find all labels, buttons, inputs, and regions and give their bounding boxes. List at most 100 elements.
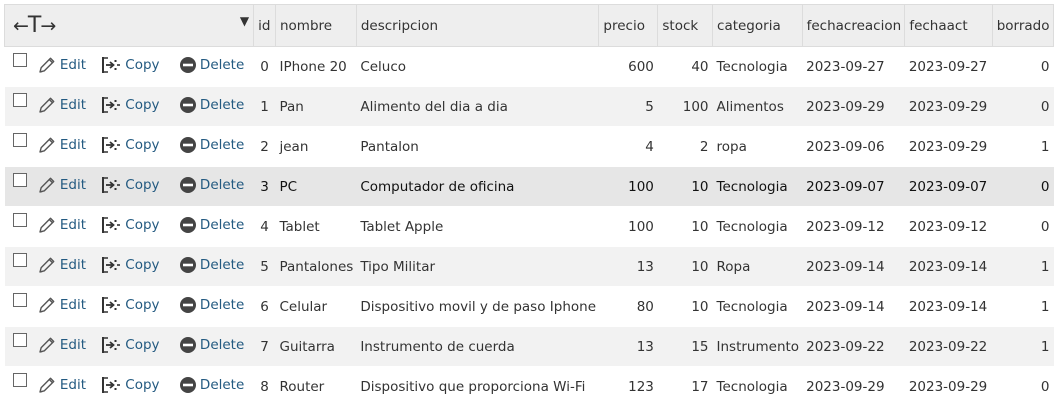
cell-categoria[interactable]: ropa bbox=[712, 126, 803, 167]
cell-fechaact[interactable]: 2023-09-22 bbox=[904, 326, 993, 367]
cell-fechacreacion[interactable]: 2023-09-29 bbox=[802, 366, 905, 407]
cell-precio[interactable]: 100 bbox=[598, 166, 658, 207]
table-row[interactable]: Edit Copy Delete 8 Router Dispositivo que pro… bbox=[4, 366, 1054, 407]
cell-id[interactable]: 7 bbox=[253, 326, 276, 367]
cell-descripcion[interactable]: Computador de oficina bbox=[356, 166, 599, 207]
cell-borrado[interactable]: 0 bbox=[992, 46, 1054, 87]
delete-button[interactable]: Delete bbox=[179, 376, 244, 394]
copy-button[interactable]: Copy bbox=[100, 375, 160, 395]
edit-button[interactable]: Edit bbox=[37, 295, 86, 315]
delete-button[interactable]: Delete bbox=[179, 136, 244, 154]
cell-id[interactable]: 8 bbox=[253, 366, 276, 407]
edit-button[interactable]: Edit bbox=[37, 215, 86, 235]
cell-fechacreacion[interactable]: 2023-09-07 bbox=[802, 166, 905, 207]
row-checkbox[interactable] bbox=[12, 252, 27, 267]
cell-descripcion[interactable]: Celuco bbox=[356, 46, 599, 87]
cell-borrado[interactable]: 1 bbox=[992, 326, 1054, 367]
table-row[interactable]: Edit Copy Delete 6 Celular Dispositivo movil … bbox=[4, 286, 1054, 327]
cell-nombre[interactable]: PC bbox=[275, 166, 357, 207]
row-checkbox[interactable] bbox=[12, 172, 27, 187]
cell-fechaact[interactable]: 2023-09-27 bbox=[904, 46, 993, 87]
cell-stock[interactable]: 17 bbox=[657, 366, 713, 407]
table-row[interactable]: Edit Copy Delete 3 PC Computador de oficina 10… bbox=[4, 166, 1054, 207]
cell-categoria[interactable]: Tecnologia bbox=[712, 46, 803, 87]
cell-precio[interactable]: 123 bbox=[598, 366, 658, 407]
delete-button[interactable]: Delete bbox=[179, 256, 244, 274]
cell-borrado[interactable]: 0 bbox=[992, 86, 1054, 127]
delete-button[interactable]: Delete bbox=[179, 296, 244, 314]
row-checkbox[interactable] bbox=[12, 372, 27, 387]
cell-precio[interactable]: 100 bbox=[598, 206, 658, 247]
cell-categoria[interactable]: Tecnologia bbox=[712, 366, 803, 407]
cell-precio[interactable]: 80 bbox=[598, 286, 658, 327]
cell-fechacreacion[interactable]: 2023-09-29 bbox=[802, 86, 905, 127]
cell-fechaact[interactable]: 2023-09-29 bbox=[904, 126, 993, 167]
cell-descripcion[interactable]: Dispositivo movil y de paso Iphone bbox=[356, 286, 599, 327]
cell-fechacreacion[interactable]: 2023-09-27 bbox=[802, 46, 905, 87]
delete-button[interactable]: Delete bbox=[179, 56, 244, 74]
cell-precio[interactable]: 13 bbox=[598, 246, 658, 287]
cell-descripcion[interactable]: Tablet Apple bbox=[356, 206, 599, 247]
cell-nombre[interactable]: Pantalones bbox=[275, 246, 357, 287]
cell-borrado[interactable]: 1 bbox=[992, 126, 1054, 167]
delete-button[interactable]: Delete bbox=[179, 336, 244, 354]
row-checkbox[interactable] bbox=[12, 92, 27, 107]
cell-borrado[interactable]: 1 bbox=[992, 246, 1054, 287]
cell-id[interactable]: 5 bbox=[253, 246, 276, 287]
cell-nombre[interactable]: IPhone 20 bbox=[275, 46, 357, 87]
row-checkbox[interactable] bbox=[12, 212, 27, 227]
cell-precio[interactable]: 600 bbox=[598, 46, 658, 87]
copy-button[interactable]: Copy bbox=[100, 295, 160, 315]
cell-fechaact[interactable]: 2023-09-14 bbox=[904, 286, 993, 327]
column-resize-arrows[interactable]: ←T→ bbox=[13, 13, 56, 38]
cell-nombre[interactable]: Celular bbox=[275, 286, 357, 327]
cell-id[interactable]: 4 bbox=[253, 206, 276, 247]
cell-fechaact[interactable]: 2023-09-07 bbox=[904, 166, 993, 207]
cell-precio[interactable]: 5 bbox=[598, 86, 658, 127]
edit-button[interactable]: Edit bbox=[37, 55, 86, 75]
cell-fechaact[interactable]: 2023-09-12 bbox=[904, 206, 993, 247]
cell-stock[interactable]: 2 bbox=[657, 126, 713, 167]
row-checkbox[interactable] bbox=[12, 292, 27, 307]
column-header-stock[interactable]: stock bbox=[657, 4, 714, 47]
copy-button[interactable]: Copy bbox=[100, 135, 160, 155]
cell-fechacreacion[interactable]: 2023-09-06 bbox=[802, 126, 905, 167]
table-row[interactable]: Edit Copy Delete 7 Guitarra Instrumento de cu… bbox=[4, 326, 1054, 367]
cell-descripcion[interactable]: Pantalon bbox=[356, 126, 599, 167]
copy-button[interactable]: Copy bbox=[100, 95, 160, 115]
copy-button[interactable]: Copy bbox=[100, 215, 160, 235]
cell-precio[interactable]: 4 bbox=[598, 126, 658, 167]
edit-button[interactable]: Edit bbox=[37, 375, 86, 395]
cell-stock[interactable]: 40 bbox=[657, 46, 713, 87]
cell-stock[interactable]: 10 bbox=[657, 286, 713, 327]
cell-categoria[interactable]: Alimentos bbox=[712, 86, 803, 127]
cell-categoria[interactable]: Instrumento bbox=[712, 326, 803, 367]
cell-stock[interactable]: 10 bbox=[657, 246, 713, 287]
cell-nombre[interactable]: Pan bbox=[275, 86, 357, 127]
edit-button[interactable]: Edit bbox=[37, 255, 86, 275]
cell-stock[interactable]: 10 bbox=[657, 206, 713, 247]
cell-descripcion[interactable]: Alimento del dia a dia bbox=[356, 86, 599, 127]
row-checkbox[interactable] bbox=[12, 332, 27, 347]
column-header-descripcion[interactable]: descripcion bbox=[355, 4, 600, 47]
column-header-fechacreacion[interactable]: fechacreacion bbox=[801, 4, 906, 47]
copy-button[interactable]: Copy bbox=[100, 335, 160, 355]
edit-button[interactable]: Edit bbox=[37, 335, 86, 355]
cell-fechacreacion[interactable]: 2023-09-22 bbox=[802, 326, 905, 367]
cell-id[interactable]: 1 bbox=[253, 86, 276, 127]
sort-dropdown-icon[interactable]: ▼ bbox=[240, 14, 249, 28]
table-row[interactable]: Edit Copy Delete 1 Pan Alimento del dia a dia… bbox=[4, 86, 1054, 127]
cell-nombre[interactable]: Tablet bbox=[275, 206, 357, 247]
cell-fechaact[interactable]: 2023-09-14 bbox=[904, 246, 993, 287]
cell-categoria[interactable]: Tecnologia bbox=[712, 166, 803, 207]
cell-categoria[interactable]: Tecnologia bbox=[712, 206, 803, 247]
cell-borrado[interactable]: 0 bbox=[992, 366, 1054, 407]
cell-id[interactable]: 3 bbox=[253, 166, 276, 207]
cell-nombre[interactable]: Router bbox=[275, 366, 357, 407]
cell-fechaact[interactable]: 2023-09-29 bbox=[904, 86, 993, 127]
cell-descripcion[interactable]: Dispositivo que proporciona Wi-Fi bbox=[356, 366, 599, 407]
edit-button[interactable]: Edit bbox=[37, 175, 86, 195]
table-row[interactable]: Edit Copy Delete 4 Tablet Tablet Apple 100 10 Te… bbox=[4, 206, 1054, 247]
column-header-id[interactable]: id bbox=[253, 4, 276, 47]
cell-stock[interactable]: 10 bbox=[657, 166, 713, 207]
